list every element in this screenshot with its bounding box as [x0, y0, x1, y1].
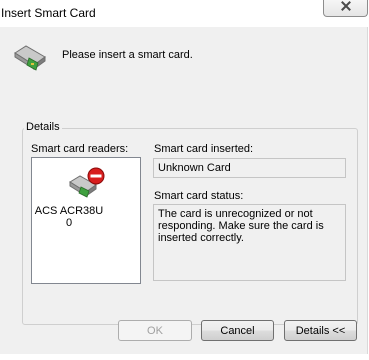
title-bar: Insert Smart Card [0, 0, 369, 27]
dialog-body: Please insert a smart card. Details Smar… [0, 27, 368, 354]
reader-name: ACS ACR38U 0 [34, 205, 104, 229]
readers-list[interactable]: ACS ACR38U 0 [31, 157, 141, 284]
card-reader-icon [14, 45, 46, 71]
status-field: The card is unrecognized or not respondi… [153, 204, 346, 281]
card-reader-error-icon [69, 167, 105, 198]
cancel-button[interactable]: Cancel [201, 320, 274, 341]
details-group-label: Details [24, 121, 62, 133]
inserted-label: Smart card inserted: [154, 143, 254, 155]
insert-card-prompt: Please insert a smart card. [62, 49, 193, 61]
readers-label: Smart card readers: [31, 143, 129, 155]
inserted-field: Unknown Card [153, 158, 346, 178]
close-icon[interactable] [323, 0, 368, 17]
status-label: Smart card status: [154, 190, 244, 202]
ok-button[interactable]: OK [118, 320, 192, 341]
details-button[interactable]: Details << [284, 320, 357, 341]
window-title: Insert Smart Card [1, 6, 96, 20]
